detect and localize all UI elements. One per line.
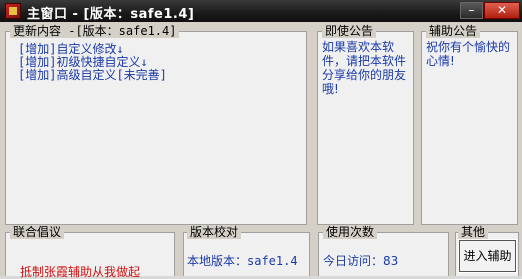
close-button[interactable]: ✕ [484,2,520,19]
enter-assist-button[interactable]: 进入辅助 [458,239,517,273]
assist-text: 祝你有个愉快的心情! [426,40,511,68]
window-title: 主窗口 - [版本：safe1.4] [27,7,195,22]
title-bar[interactable]: 主窗口 - [版本：safe1.4] – ✕ [0,0,522,22]
list-item: [增加]高级自定义[未完善] [18,68,167,82]
alliance-text: 抵制张霞辅助从我做起 [20,265,141,279]
app-icon [5,3,21,19]
assist-label: 辅助公告 [426,24,481,38]
version-text: 本地版本：safe1.4 [187,254,298,268]
announce-text: 如果喜欢本软件，请把本软件分享给你的朋友哦! [322,40,407,96]
announce-label: 即使公告 [322,24,377,38]
version-label: 版本校对 [187,225,242,239]
usage-label: 使用次数 [323,225,378,239]
other-label: 其他 [458,225,489,239]
updates-label: 更新内容 -[版本：safe1.4] [10,24,180,38]
client-area: 更新内容 -[版本：safe1.4] [增加]自定义修改↓ [增加]初级快捷自定… [0,22,522,279]
usage-text: 今日访问：83 [323,254,399,268]
update-list: [增加]自定义修改↓ [增加]初级快捷自定义↓ [增加]高级自定义[未完善] [18,43,167,82]
main-window: 主窗口 - [版本：safe1.4] – ✕ 更新内容 -[版本：safe1.4… [0,0,522,279]
alliance-label: 联合倡议 [10,225,65,239]
minimize-button[interactable]: – [460,2,483,19]
